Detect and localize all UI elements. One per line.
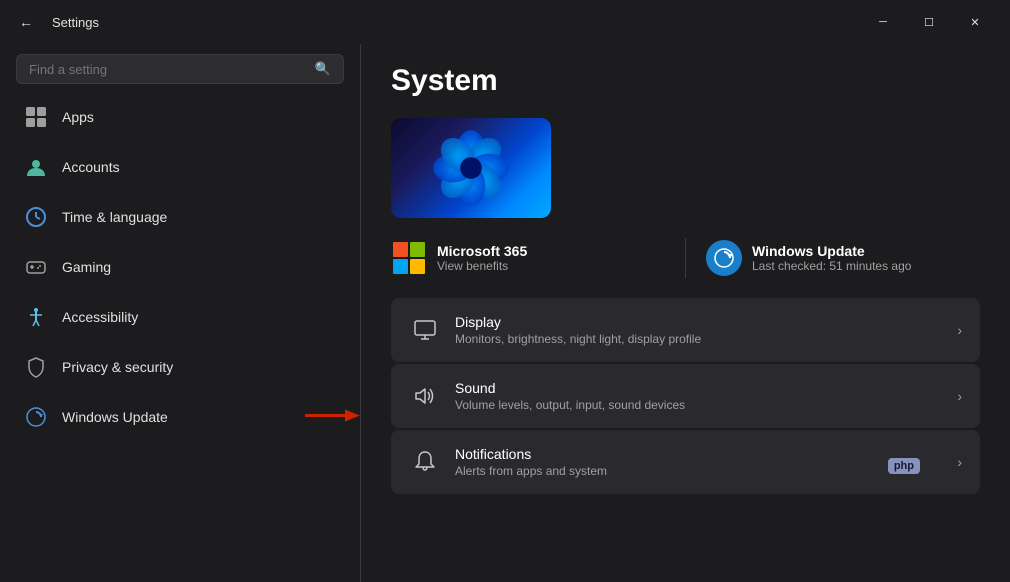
sidebar-item-accounts[interactable]: Accounts	[10, 143, 350, 191]
close-button[interactable]: ✕	[952, 7, 998, 37]
settings-list: Display Monitors, brightness, night ligh…	[391, 298, 980, 494]
arrow-annotation	[300, 404, 360, 431]
sidebar-label-accounts: Accounts	[62, 159, 120, 175]
sidebar-item-time[interactable]: Time & language	[10, 193, 350, 241]
sidebar-label-accessibility: Accessibility	[62, 309, 138, 325]
apps-icon	[24, 105, 48, 129]
minimize-button[interactable]: ─	[860, 7, 906, 37]
update-icon	[24, 405, 48, 429]
notifications-chevron: ›	[957, 454, 962, 470]
settings-item-notifications-text: Notifications Alerts from apps and syste…	[455, 446, 607, 478]
accessibility-icon	[24, 305, 48, 329]
page-title: System	[391, 64, 980, 98]
windows-update-promo-sub: Last checked: 51 minutes ago	[752, 259, 911, 273]
sidebar-label-privacy: Privacy & security	[62, 359, 173, 375]
sidebar-label-time: Time & language	[62, 209, 167, 225]
sidebar-label-apps: Apps	[62, 109, 94, 125]
display-chevron: ›	[957, 322, 962, 338]
back-button[interactable]: ←	[12, 8, 40, 36]
settings-item-display-left: Display Monitors, brightness, night ligh…	[409, 314, 701, 346]
microsoft365-text: Microsoft 365 View benefits	[437, 243, 527, 273]
windows-update-promo-name: Windows Update	[752, 243, 911, 259]
promo-microsoft365[interactable]: Microsoft 365 View benefits	[391, 238, 665, 278]
php-badge: php	[888, 458, 920, 474]
search-input[interactable]	[29, 62, 307, 77]
gaming-icon	[24, 255, 48, 279]
hero-image	[391, 118, 551, 218]
notifications-icon	[409, 446, 441, 478]
microsoft365-sub: View benefits	[437, 259, 527, 273]
search-icon: 🔍	[315, 61, 331, 77]
sidebar-item-privacy[interactable]: Privacy & security	[10, 343, 350, 391]
sidebar-item-accessibility[interactable]: Accessibility	[10, 293, 350, 341]
window-controls: ─ ☐ ✕	[860, 7, 998, 37]
promo-row: Microsoft 365 View benefits Windows Upda…	[391, 238, 980, 278]
maximize-button[interactable]: ☐	[906, 7, 952, 37]
sidebar-label-gaming: Gaming	[62, 259, 111, 275]
sidebar-item-gaming[interactable]: Gaming	[10, 243, 350, 291]
promo-divider	[685, 238, 686, 278]
title-bar-left: ← Settings	[12, 8, 99, 36]
privacy-icon	[24, 355, 48, 379]
main-layout: 🔍 Apps Accounts	[0, 44, 1010, 582]
promo-windows-update[interactable]: Windows Update Last checked: 51 minutes …	[706, 238, 980, 278]
settings-item-display-text: Display Monitors, brightness, night ligh…	[455, 314, 701, 346]
display-desc: Monitors, brightness, night light, displ…	[455, 332, 701, 346]
accounts-icon	[24, 155, 48, 179]
sound-desc: Volume levels, output, input, sound devi…	[455, 398, 685, 412]
display-icon	[409, 314, 441, 346]
microsoft365-name: Microsoft 365	[437, 243, 527, 259]
sidebar: 🔍 Apps Accounts	[0, 44, 360, 582]
time-icon	[24, 205, 48, 229]
title-bar: ← Settings ─ ☐ ✕	[0, 0, 1010, 44]
settings-item-notifications[interactable]: Notifications Alerts from apps and syste…	[391, 430, 980, 494]
settings-item-sound-left: Sound Volume levels, output, input, soun…	[409, 380, 685, 412]
sidebar-label-windows-update: Windows Update	[62, 409, 168, 425]
settings-item-notifications-left: Notifications Alerts from apps and syste…	[409, 446, 607, 478]
microsoft365-icon	[391, 240, 427, 276]
sound-icon	[409, 380, 441, 412]
notifications-name: Notifications	[455, 446, 607, 462]
sound-name: Sound	[455, 380, 685, 396]
sidebar-item-windows-update[interactable]: Windows Update	[10, 393, 350, 441]
settings-item-sound-text: Sound Volume levels, output, input, soun…	[455, 380, 685, 412]
display-name: Display	[455, 314, 701, 330]
settings-item-sound[interactable]: Sound Volume levels, output, input, soun…	[391, 364, 980, 428]
sidebar-item-apps[interactable]: Apps	[10, 93, 350, 141]
content-area: System	[361, 44, 1010, 582]
sound-chevron: ›	[957, 388, 962, 404]
windows-update-text: Windows Update Last checked: 51 minutes …	[752, 243, 911, 273]
app-title: Settings	[52, 15, 99, 30]
settings-item-display[interactable]: Display Monitors, brightness, night ligh…	[391, 298, 980, 362]
windows-update-promo-icon	[706, 240, 742, 276]
notifications-desc: Alerts from apps and system	[455, 464, 607, 478]
search-box[interactable]: 🔍	[16, 54, 344, 84]
